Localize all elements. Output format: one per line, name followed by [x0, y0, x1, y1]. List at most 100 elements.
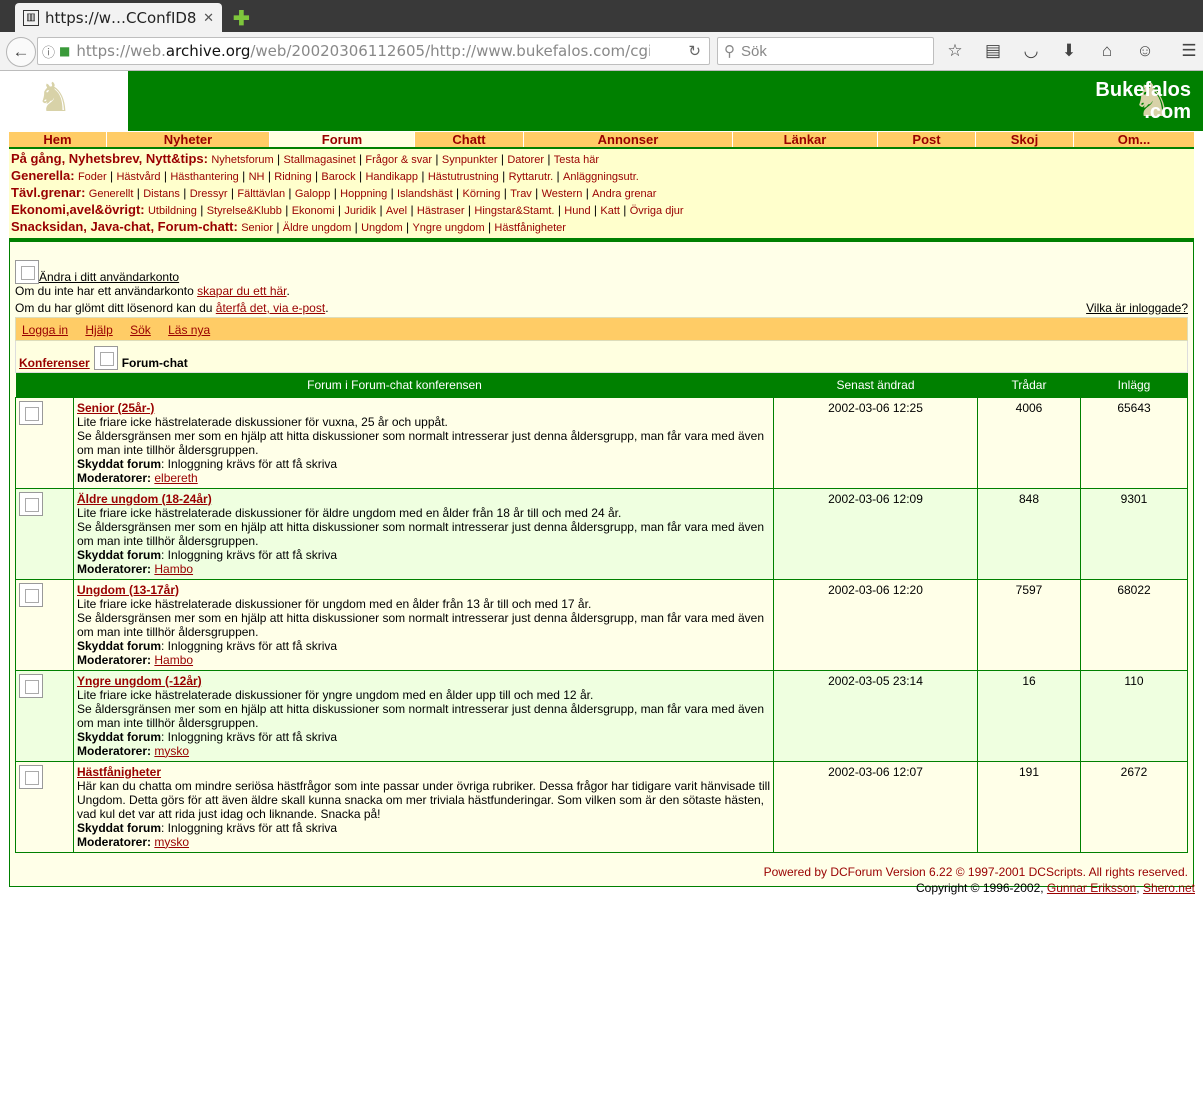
menu-forum[interactable]: Forum — [270, 132, 415, 147]
subnav-link[interactable]: Ryttarutr. — [509, 171, 554, 183]
subnav-link[interactable]: Hoppning — [340, 188, 387, 200]
read-new-link[interactable]: Läs nya — [168, 323, 210, 337]
login-link[interactable]: Logga in — [22, 323, 68, 337]
threads-cell: 191 — [977, 760, 1081, 853]
subnav-link[interactable]: Juridik — [344, 205, 376, 217]
subnav-link[interactable]: Hästutrustning — [428, 171, 499, 183]
protected-note: : Inloggning krävs för att få skriva — [161, 547, 338, 562]
edit-account-link[interactable]: Ändra i ditt användarkonto — [39, 270, 179, 284]
subnav-link[interactable]: Senior — [241, 222, 273, 234]
help-link[interactable]: Hjälp — [85, 323, 112, 337]
menu-fun[interactable]: Skoj — [976, 132, 1074, 147]
last-changed-cell: 2002-03-06 12:25 — [773, 396, 978, 489]
back-icon[interactable]: ← — [6, 36, 36, 67]
subnav-link[interactable]: Äldre ungdom — [283, 222, 352, 234]
subnav-link[interactable]: Western — [542, 188, 583, 200]
site-logo[interactable]: ♞ — [0, 71, 128, 131]
url-prefix: https://web. — [76, 42, 166, 60]
subnav-link[interactable]: Trav — [510, 188, 532, 200]
subnav-link[interactable]: Handikapp — [365, 171, 418, 183]
protected-note: : Inloggning krävs för att få skriva — [161, 456, 338, 471]
url-bar[interactable]: ⓘ ■ https://web. archive.org/web/20020306… — [37, 37, 710, 65]
info-icon[interactable]: ⓘ — [42, 42, 55, 61]
shero-link[interactable]: Shero.net — [1143, 881, 1195, 895]
conferences-link[interactable]: Konferenser — [19, 356, 90, 370]
create-account-link[interactable]: skapar du ett här — [197, 284, 286, 298]
moderator-link[interactable]: Hambo — [154, 562, 193, 576]
last-changed-cell: 2002-03-06 12:09 — [773, 487, 978, 580]
moderator-link[interactable]: Hambo — [154, 653, 193, 667]
subnav-link[interactable]: Utbildning — [148, 205, 197, 217]
forum-name-link[interactable]: Äldre ungdom (18-24år) — [77, 492, 212, 506]
subnav-link[interactable]: Testa här — [554, 154, 599, 166]
search-link[interactable]: Sök — [130, 323, 151, 337]
subnav-link[interactable]: Ekonomi — [292, 205, 335, 217]
hamburger-menu-icon[interactable]: ☰ — [1175, 37, 1203, 65]
menu-chat[interactable]: Chatt — [415, 132, 524, 147]
forum-description: Lite friare icke hästrelaterade diskussi… — [77, 505, 622, 520]
new-tab-icon[interactable]: ✚ — [233, 6, 250, 31]
forum-name-link[interactable]: Hästfånigheter — [77, 765, 161, 779]
search-field[interactable]: ⚲ Sök — [717, 37, 934, 65]
posts-cell: 68022 — [1080, 578, 1188, 671]
moderator-link[interactable]: elbereth — [154, 471, 197, 485]
subnav-link[interactable]: Islandshäst — [397, 188, 453, 200]
emoji-icon[interactable]: ☺ — [1131, 37, 1159, 65]
subnav-link[interactable]: Anläggningsutr. — [563, 171, 639, 183]
browser-tab[interactable]: ▥ https://w…CConfID8 ✕ — [15, 3, 222, 32]
subnav-link[interactable]: Katt — [600, 205, 620, 217]
subnav-link[interactable]: Körning — [463, 188, 501, 200]
subnav-link[interactable]: NH — [249, 171, 265, 183]
subnav-link[interactable]: Barock — [321, 171, 355, 183]
forum-name-link[interactable]: Senior (25år-) — [77, 401, 154, 415]
menu-news[interactable]: Nyheter — [107, 132, 270, 147]
forum-name-link[interactable]: Yngre ungdom (-12år) — [77, 674, 202, 688]
subnav-link[interactable]: Nyhetsforum — [211, 154, 273, 166]
subnav-link[interactable]: Hingstar&Stamt. — [474, 205, 554, 217]
subnav-link[interactable]: Yngre ungdom — [412, 222, 484, 234]
subnav-link[interactable]: Generellt — [89, 188, 134, 200]
menu-links[interactable]: Länkar — [733, 132, 878, 147]
menu-about[interactable]: Om... — [1074, 132, 1194, 147]
subnav-link[interactable]: Hästvård — [116, 171, 160, 183]
protected-note: : Inloggning krävs för att få skriva — [161, 729, 338, 744]
subnav-link[interactable]: Dressyr — [190, 188, 228, 200]
forum-info-cell: Ungdom (13-17år) Lite friare icke hästrel… — [73, 578, 774, 671]
subnav-link[interactable]: Styrelse&Klubb — [207, 205, 282, 217]
subnav-link[interactable]: Galopp — [295, 188, 330, 200]
subnav-link[interactable]: Övriga djur — [630, 205, 684, 217]
brand-text[interactable]: Bukefalos .com — [1095, 79, 1191, 123]
who-online-link[interactable]: Vilka är inloggade? — [1086, 301, 1188, 315]
subnav-link[interactable]: Datorer — [507, 154, 544, 166]
subnav-link[interactable]: Frågor & svar — [365, 154, 432, 166]
home-icon[interactable]: ⌂ — [1093, 37, 1121, 65]
menu-mail[interactable]: Post — [878, 132, 976, 147]
menu-home[interactable]: Hem — [9, 132, 107, 147]
pocket-icon[interactable]: ◡ — [1017, 37, 1045, 65]
subnav-link[interactable]: Hund — [564, 205, 590, 217]
download-icon[interactable]: ⬇ — [1055, 37, 1083, 65]
subnav-link[interactable]: Stallmagasinet — [283, 154, 355, 166]
forum-name-link[interactable]: Ungdom (13-17år) — [77, 583, 179, 597]
reading-list-icon[interactable]: ▤ — [979, 37, 1007, 65]
posts-cell: 110 — [1080, 669, 1188, 762]
subnav-link[interactable]: Fälttävlan — [237, 188, 285, 200]
reload-icon[interactable]: ↻ — [688, 42, 701, 60]
subnav-link[interactable]: Synpunkter — [442, 154, 498, 166]
menu-ads[interactable]: Annonser — [524, 132, 733, 147]
bookmark-star-icon[interactable]: ☆ — [941, 37, 969, 65]
author-link[interactable]: Gunnar Eriksson — [1047, 881, 1136, 895]
subnav-link[interactable]: Distans — [143, 188, 180, 200]
subnav-link[interactable]: Ungdom — [361, 222, 403, 234]
subnav-link[interactable]: Avel — [386, 205, 407, 217]
subnav-link[interactable]: Ridning — [274, 171, 311, 183]
tab-close-icon[interactable]: ✕ — [203, 10, 214, 26]
subnav-link[interactable]: Foder — [78, 171, 107, 183]
subnav-link[interactable]: Hästfånigheter — [494, 222, 566, 234]
moderator-link[interactable]: mysko — [154, 744, 189, 758]
subnav-link[interactable]: Hästhantering — [170, 171, 239, 183]
recover-password-link[interactable]: återfå det, via e-post — [216, 301, 325, 315]
subnav-link[interactable]: Hästraser — [417, 205, 465, 217]
moderator-link[interactable]: mysko — [154, 835, 189, 849]
subnav-link[interactable]: Andra grenar — [592, 188, 656, 200]
